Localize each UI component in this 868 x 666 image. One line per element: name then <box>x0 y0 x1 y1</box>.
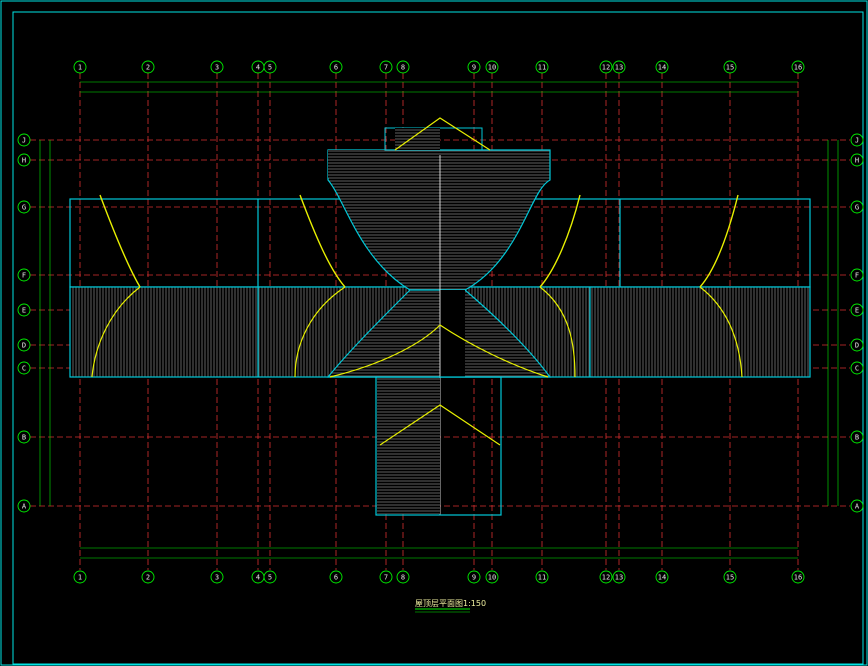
axis-label-col-10-bottom: 10 <box>488 574 496 582</box>
axis-label-col-11-bottom: 11 <box>538 574 546 582</box>
axis-label-col-3-top: 3 <box>215 64 219 72</box>
axis-label-col-2-bottom: 2 <box>146 574 150 582</box>
slope-curve-7 <box>699 194 739 288</box>
axis-label-col-6-bottom: 6 <box>334 574 338 582</box>
drawing-title: 屋顶层平面图1:150 <box>415 599 486 608</box>
axis-label-col-5-bottom: 5 <box>268 574 272 582</box>
axis-label-col-7-bottom: 7 <box>384 574 388 582</box>
axis-label-row-C-right: C <box>855 365 859 373</box>
axis-label-col-13-bottom: 13 <box>615 574 623 582</box>
axis-label-row-G-left: G <box>22 204 26 212</box>
axis-label-row-C-left: C <box>22 365 26 373</box>
axis-label-row-F-right: F <box>855 272 859 280</box>
axis-label-col-1-top: 1 <box>78 64 82 72</box>
axis-label-col-12-top: 12 <box>602 64 610 72</box>
axis-label-row-B-right: B <box>855 434 859 442</box>
axis-label-col-8-top: 8 <box>401 64 405 72</box>
axis-label-col-15-bottom: 15 <box>726 574 734 582</box>
axis-label-col-15-top: 15 <box>726 64 734 72</box>
axis-label-row-J-left: J <box>22 137 26 145</box>
axis-label-col-9-bottom: 9 <box>472 574 476 582</box>
axis-label-col-16-top: 16 <box>794 64 802 72</box>
slope-curve-3 <box>299 194 346 288</box>
axis-label-row-E-left: E <box>22 307 26 315</box>
axis-label-col-8-bottom: 8 <box>401 574 405 582</box>
axis-label-col-11-top: 11 <box>538 64 546 72</box>
axis-label-row-H-right: H <box>855 157 859 165</box>
axis-label-row-H-left: H <box>22 157 26 165</box>
axis-label-col-7-top: 7 <box>384 64 388 72</box>
axis-label-row-F-left: F <box>22 272 26 280</box>
axis-label-row-B-left: B <box>22 434 26 442</box>
axis-label-col-3-bottom: 3 <box>215 574 219 582</box>
axis-label-col-10-top: 10 <box>488 64 496 72</box>
axis-label-col-13-top: 13 <box>615 64 623 72</box>
axis-label-row-E-right: E <box>855 307 859 315</box>
axis-label-col-14-bottom: 14 <box>658 574 666 582</box>
roof-plan <box>69 127 811 516</box>
cad-drawing: 1122334455667788991010111112121313141415… <box>0 0 868 666</box>
axis-label-col-4-bottom: 4 <box>256 574 260 582</box>
axis-label-col-6-top: 6 <box>334 64 338 72</box>
axis-label-col-1-bottom: 1 <box>78 574 82 582</box>
axis-label-col-2-top: 2 <box>146 64 150 72</box>
slope-curve-1 <box>99 194 141 288</box>
axis-label-col-14-top: 14 <box>658 64 666 72</box>
central-roof-upper-bar <box>328 150 440 178</box>
axis-label-col-9-top: 9 <box>472 64 476 72</box>
slope-curve-5 <box>539 194 581 288</box>
axis-label-row-G-right: G <box>855 204 859 212</box>
axis-label-col-16-bottom: 16 <box>794 574 802 582</box>
axis-label-row-D-left: D <box>22 342 26 350</box>
axis-label-col-5-top: 5 <box>268 64 272 72</box>
title-block: 屋顶层平面图1:150 <box>415 599 486 613</box>
axis-label-col-12-bottom: 12 <box>602 574 610 582</box>
top-small-hatch <box>395 128 440 150</box>
axis-label-row-J-right: J <box>855 137 859 145</box>
axis-label-col-4-top: 4 <box>256 64 260 72</box>
bottom-tower-hatch <box>377 378 440 514</box>
axis-label-row-D-right: D <box>855 342 859 350</box>
